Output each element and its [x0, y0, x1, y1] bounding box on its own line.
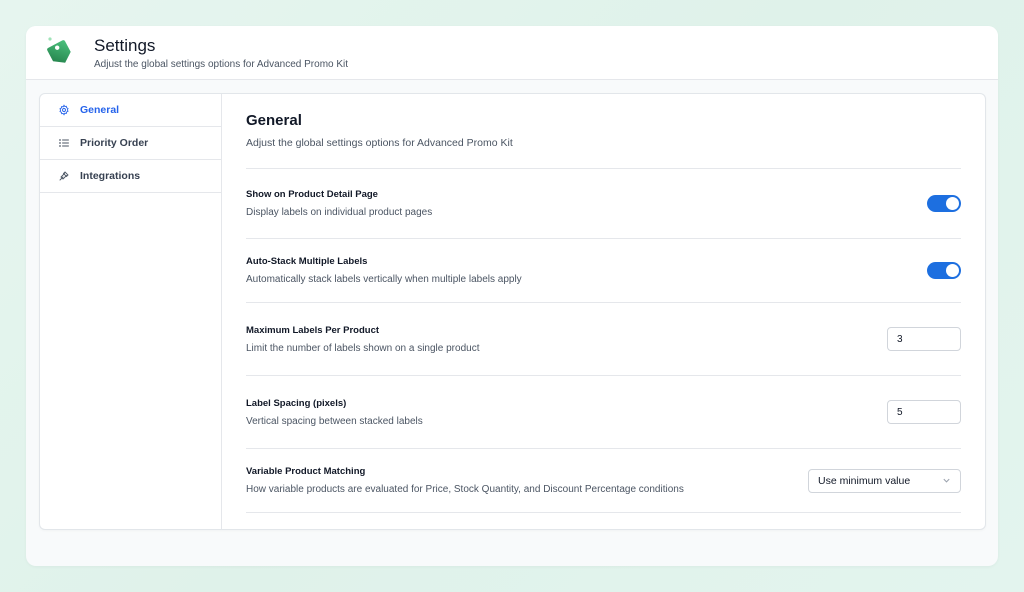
auto-stack-toggle[interactable]: [927, 262, 961, 279]
variable-matching-select[interactable]: Use minimum value: [808, 468, 961, 493]
setting-row-max-labels: Maximum Labels Per Product Limit the num…: [246, 303, 961, 376]
label-spacing-input[interactable]: [887, 400, 961, 424]
plug-icon: [59, 171, 69, 181]
max-labels-input[interactable]: [887, 327, 961, 351]
settings-window: Settings Adjust the global settings opti…: [26, 26, 998, 566]
settings-panel: General Priority Order Integrations Gene…: [39, 93, 986, 530]
sidebar-item-integrations[interactable]: Integrations: [40, 160, 221, 193]
section-title: General: [246, 112, 302, 129]
tag-logo-icon: [47, 36, 71, 63]
list-icon: [59, 139, 69, 147]
select-value: Use minimum value: [818, 474, 911, 487]
sidebar-item-label: General: [80, 104, 120, 116]
settings-sidebar: General Priority Order Integrations: [40, 94, 222, 529]
sidebar-item-general[interactable]: General: [40, 94, 221, 127]
section-subtitle: Adjust the global settings options for A…: [246, 137, 961, 169]
toggle-knob: [946, 264, 959, 277]
sidebar-item-label: Integrations: [80, 170, 141, 182]
sidebar-item-label: Priority Order: [80, 137, 149, 149]
setting-description: Automatically stack labels vertically wh…: [246, 274, 522, 285]
settings-content: General Adjust the global settings optio…: [222, 94, 985, 529]
chevron-down-icon: [943, 478, 950, 483]
setting-label: Show on Product Detail Page: [246, 189, 378, 200]
setting-row-auto-stack: Auto-Stack Multiple Labels Automatically…: [246, 239, 961, 303]
setting-label: Label Spacing (pixels): [246, 397, 347, 409]
setting-label: Variable Product Matching: [246, 466, 366, 477]
setting-description: Vertical spacing between stacked labels: [246, 415, 423, 427]
setting-label: Auto-Stack Multiple Labels: [246, 256, 368, 267]
show-on-detail-toggle[interactable]: [927, 195, 961, 212]
gear-icon: [59, 104, 69, 116]
setting-row-variable-matching: Variable Product Matching How variable p…: [246, 449, 961, 513]
setting-description: Display labels on individual product pag…: [246, 207, 433, 218]
setting-row-label-spacing: Label Spacing (pixels) Vertical spacing …: [246, 376, 961, 449]
page-title: Settings: [94, 35, 156, 55]
setting-label: Maximum Labels Per Product: [246, 324, 380, 336]
setting-description: How variable products are evaluated for …: [246, 484, 684, 495]
setting-description: Limit the number of labels shown on a si…: [246, 342, 480, 354]
page-header: Settings Adjust the global settings opti…: [26, 26, 998, 80]
page-subtitle: Adjust the global settings options for A…: [94, 58, 349, 70]
sidebar-item-priority-order[interactable]: Priority Order: [40, 127, 221, 160]
setting-row-show-on-detail: Show on Product Detail Page Display labe…: [246, 169, 961, 239]
toggle-knob: [946, 197, 959, 210]
